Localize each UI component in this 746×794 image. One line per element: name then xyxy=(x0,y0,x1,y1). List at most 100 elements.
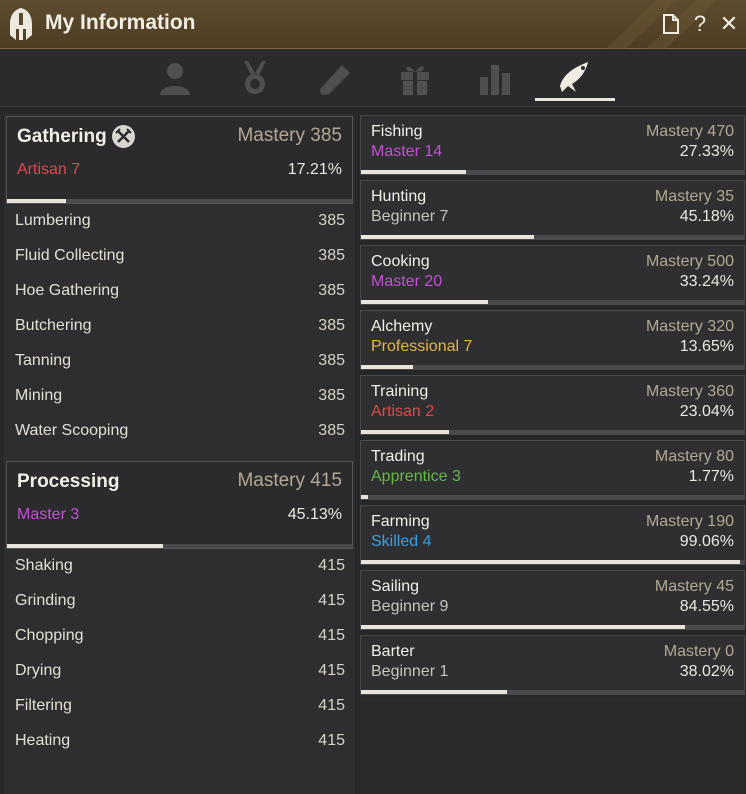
tab-achievements[interactable] xyxy=(215,55,295,101)
tab-profile[interactable] xyxy=(135,55,215,101)
window-title: My Information xyxy=(45,11,196,34)
processing-subskill-row[interactable]: Filtering 415 xyxy=(15,697,345,723)
skill-name: Fishing xyxy=(371,123,423,140)
gathering-subskill-name: Mining xyxy=(15,387,63,404)
skill-card-cooking[interactable]: Cooking Mastery 500 Master 20 33.24% xyxy=(360,245,745,305)
processing-percent: 45.13% xyxy=(287,506,342,523)
skill-card-fishing[interactable]: Fishing Mastery 470 Master 14 27.33% xyxy=(360,115,745,175)
skill-grade-level: 20 xyxy=(424,273,443,290)
scroll-icon xyxy=(320,65,350,95)
gathering-mastery: Mastery 385 xyxy=(237,125,342,146)
gathering-subskill-value: 385 xyxy=(318,317,345,334)
close-button[interactable]: ✕ xyxy=(717,12,741,36)
right-panel-empty-area xyxy=(360,697,745,794)
gathering-subskill-row[interactable]: Hoe Gathering 385 xyxy=(15,282,345,308)
processing-subskill-row[interactable]: Grinding 415 xyxy=(15,592,345,618)
tab-statistics[interactable] xyxy=(455,55,535,101)
skill-mastery: Mastery 500 xyxy=(645,253,734,270)
skill-name: Training xyxy=(371,383,429,400)
skill-mastery: Mastery 0 xyxy=(663,643,734,660)
skill-mastery: Mastery 320 xyxy=(645,318,734,335)
window-titlebar[interactable]: My Information ? ✕ xyxy=(0,0,746,49)
skill-percent: 99.06% xyxy=(679,533,734,550)
tab-records[interactable] xyxy=(295,55,375,101)
skill-name: Trading xyxy=(371,448,425,465)
skill-card-trading[interactable]: Trading Mastery 80 Apprentice 3 1.77% xyxy=(360,440,745,500)
gathering-subskill-row[interactable]: Lumbering 385 xyxy=(15,212,345,238)
skill-card-farming[interactable]: Farming Mastery 190 Skilled 4 99.06% xyxy=(360,505,745,565)
processing-subskill-value: 415 xyxy=(318,732,345,749)
skill-progress-fill xyxy=(361,300,489,304)
skill-progress-bar xyxy=(361,365,744,369)
skill-mastery: Mastery 45 xyxy=(654,578,734,595)
skill-grade: Artisan 2 xyxy=(371,403,434,421)
skill-name: Farming xyxy=(371,513,430,530)
skill-progress-bar xyxy=(361,495,744,499)
skill-name: Sailing xyxy=(371,578,420,595)
skill-name: Cooking xyxy=(371,253,430,270)
gathering-subskill-name: Fluid Collecting xyxy=(15,247,125,264)
processing-subskill-row[interactable]: Chopping 415 xyxy=(15,627,345,653)
skill-percent: 38.02% xyxy=(679,663,734,680)
skill-percent: 23.04% xyxy=(679,403,734,420)
skill-mastery: Mastery 470 xyxy=(645,123,734,140)
gathering-subskill-row[interactable]: Water Scooping 385 xyxy=(15,422,345,448)
gathering-header: Gathering Mastery 385 Artisan 7 17.21% xyxy=(6,116,353,204)
skill-progress-bar xyxy=(361,625,744,629)
gathering-subskill-row[interactable]: Butchering 385 xyxy=(15,317,345,343)
tab-rewards[interactable] xyxy=(375,55,455,101)
skill-percent: 84.55% xyxy=(679,598,734,615)
processing-subskill-name: Shaking xyxy=(15,557,73,574)
skill-grade-level: 3 xyxy=(451,468,461,485)
skill-card-alchemy[interactable]: Alchemy Mastery 320 Professional 7 13.65% xyxy=(360,310,745,370)
gathering-percent: 17.21% xyxy=(287,161,342,178)
gathering-subskill-row[interactable]: Tanning 385 xyxy=(15,352,345,378)
processing-subskill-row[interactable]: Heating 415 xyxy=(15,732,345,758)
skill-card-barter[interactable]: Barter Mastery 0 Beginner 1 38.02% xyxy=(360,635,745,695)
processing-title: Processing xyxy=(17,471,120,492)
skill-progress-bar xyxy=(361,430,744,434)
medal-icon xyxy=(244,61,266,94)
skill-mastery: Mastery 80 xyxy=(654,448,734,465)
processing-subskill-value: 415 xyxy=(318,557,345,574)
skill-grade: Master 20 xyxy=(371,273,442,291)
skill-grade: Beginner 7 xyxy=(371,208,448,226)
skill-progress-fill xyxy=(361,235,535,239)
processing-subskill-name: Chopping xyxy=(15,627,84,644)
gathering-subskill-row[interactable]: Mining 385 xyxy=(15,387,345,413)
processing-subskill-value: 415 xyxy=(318,697,345,714)
skill-mastery: Mastery 360 xyxy=(645,383,734,400)
skill-grade-level: 14 xyxy=(424,143,443,160)
gathering-subskill-name: Water Scooping xyxy=(15,422,129,439)
gathering-subskill-name: Tanning xyxy=(15,352,72,369)
skill-progress-fill xyxy=(361,365,414,369)
skill-grade-name: Professional xyxy=(371,338,460,355)
skill-percent: 45.18% xyxy=(679,208,734,225)
skill-percent: 27.33% xyxy=(679,143,734,160)
gathering-subskill-value: 385 xyxy=(318,247,345,264)
processing-subskill-row[interactable]: Shaking 415 xyxy=(15,557,345,583)
gathering-subskill-value: 385 xyxy=(318,422,345,439)
skill-progress-bar xyxy=(361,170,744,174)
gathering-subskill-value: 385 xyxy=(318,212,345,229)
processing-mastery: Mastery 415 xyxy=(237,470,342,491)
profile-icon xyxy=(160,63,190,95)
gathering-grade: Artisan 7 xyxy=(17,161,81,178)
processing-subskill-row[interactable]: Drying 415 xyxy=(15,662,345,688)
gathering-subskill-row[interactable]: Fluid Collecting 385 xyxy=(15,247,345,273)
gift-icon xyxy=(401,66,429,95)
fish-life-skill-icon xyxy=(560,61,588,92)
skill-card-training[interactable]: Training Mastery 360 Artisan 2 23.04% xyxy=(360,375,745,435)
skill-grade: Beginner 9 xyxy=(371,598,448,616)
document-icon[interactable] xyxy=(659,12,683,36)
skill-grade: Apprentice 3 xyxy=(371,468,461,486)
gathering-subskill-value: 385 xyxy=(318,352,345,369)
tab-life-skills[interactable] xyxy=(535,55,615,101)
help-button[interactable]: ? xyxy=(688,12,712,36)
skill-grade: Professional 7 xyxy=(371,338,472,356)
skill-card-sailing[interactable]: Sailing Mastery 45 Beginner 9 84.55% xyxy=(360,570,745,630)
processing-subskill-name: Filtering xyxy=(15,697,72,714)
skill-card-hunting[interactable]: Hunting Mastery 35 Beginner 7 45.18% xyxy=(360,180,745,240)
skill-grade: Master 14 xyxy=(371,143,442,161)
skill-grade-name: Beginner xyxy=(371,208,436,225)
